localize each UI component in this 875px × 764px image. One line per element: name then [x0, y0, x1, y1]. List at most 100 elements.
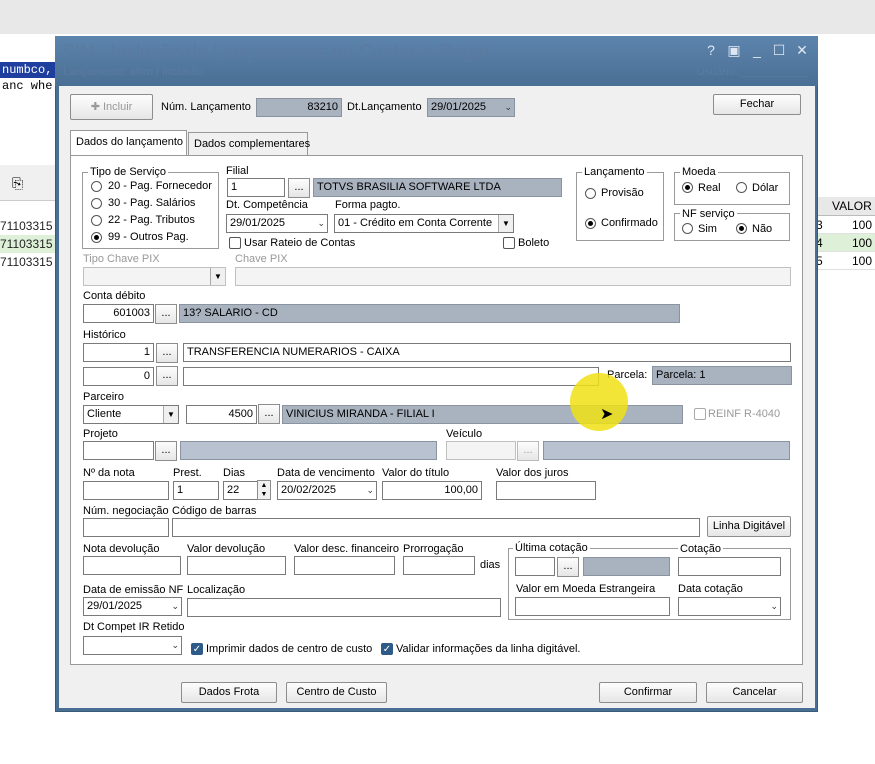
usar-rateio-checkbox[interactable]: [229, 237, 241, 249]
cancelar-button[interactable]: Cancelar: [706, 682, 803, 703]
localizacao-field[interactable]: [187, 598, 501, 617]
dt-lancamento-value: 29/01/2025: [431, 101, 487, 113]
grid-cell: 100: [851, 254, 872, 268]
dias-label: Dias: [223, 467, 246, 479]
grid-cell: 5: [816, 254, 823, 268]
dt-competencia-field[interactable]: 29/01/2025 ⌄: [226, 214, 328, 233]
background-row[interactable]: 71103315: [0, 217, 58, 235]
projeto-code-field[interactable]: [83, 441, 154, 460]
historico-code2-field[interactable]: 0: [83, 367, 154, 386]
projeto-lookup-button[interactable]: ...: [155, 441, 177, 461]
historico-text-field[interactable]: TRANSFERENCIA NUMERARIOS - CAIXA: [183, 343, 791, 362]
historico-text2-field[interactable]: [183, 367, 599, 386]
data-cotacao-field[interactable]: ⌄: [678, 597, 781, 616]
boleto-checkbox[interactable]: [503, 237, 515, 249]
nota-devolucao-field[interactable]: [83, 556, 181, 575]
filial-code-field[interactable]: 1: [227, 178, 285, 197]
dt-compet-ir-field[interactable]: ⌄: [83, 636, 182, 655]
dados-frota-button[interactable]: Dados Frota: [181, 682, 277, 703]
tipo-servico-radio-20[interactable]: [91, 181, 102, 192]
restore-icon[interactable]: ▣: [726, 42, 742, 58]
fechar-button[interactable]: Fechar: [713, 94, 801, 115]
tipo-chave-pix-select[interactable]: ▼: [83, 267, 226, 286]
tab-dados-complementares[interactable]: Dados complementares: [188, 132, 310, 156]
valor-titulo-field[interactable]: 100,00: [382, 481, 482, 500]
parceiro-code-field[interactable]: 4500: [186, 405, 257, 424]
chevron-down-icon: ⌄: [317, 218, 325, 228]
centro-custo-button[interactable]: Centro de Custo: [286, 682, 387, 703]
dt-lancamento-field[interactable]: 29/01/2025 ⌄: [427, 98, 515, 117]
prorrogacao-label: Prorrogação: [403, 543, 464, 555]
linha-digitavel-button[interactable]: Linha Digitável: [707, 516, 791, 537]
forma-pagto-select[interactable]: 01 - Crédito em Conta Corrente ▼: [334, 214, 514, 233]
num-negociacao-field[interactable]: [83, 518, 169, 537]
minimize-icon[interactable]: _: [749, 42, 765, 58]
nf-servico-radio-nao[interactable]: [736, 223, 747, 234]
num-lancamento-field[interactable]: 83210: [256, 98, 342, 117]
valor-moeda-estrangeira-field[interactable]: [515, 597, 670, 616]
nota-field[interactable]: [83, 481, 169, 500]
historico2-lookup-button[interactable]: ...: [156, 366, 178, 386]
veiculo-lookup-button[interactable]: ...: [517, 441, 539, 461]
moeda-radio-real[interactable]: [682, 182, 693, 193]
cotacao-label: Cotação: [678, 543, 723, 555]
dialog-titlebar[interactable]: FIN - Inclusão de Lançamentos no Contas …: [55, 36, 818, 86]
ultima-cotacao-lookup-button[interactable]: ...: [557, 557, 579, 577]
valor-devolucao-field[interactable]: [187, 556, 286, 575]
dias-spinner[interactable]: ▲ ▼: [257, 480, 271, 500]
validar-linha-checkbox[interactable]: ✓: [381, 643, 393, 655]
tipo-servico-radio-99[interactable]: [91, 232, 102, 243]
codigo-barras-field[interactable]: [172, 518, 700, 537]
reinf-label: REINF R-4040: [708, 408, 781, 420]
lancamento-radio-provisao[interactable]: [585, 188, 596, 199]
filial-lookup-button[interactable]: ...: [288, 178, 310, 198]
background-row[interactable]: 71103315: [0, 253, 58, 271]
valor-moeda-estrangeira-label: Valor em Moeda Estrangeira: [516, 583, 656, 595]
window-subtitle: Lançamento: ativo / Inclusão: [63, 66, 204, 78]
conta-debito-lookup-button[interactable]: ...: [155, 304, 177, 324]
imprimir-cc-checkbox[interactable]: ✓: [191, 643, 203, 655]
historico-code-field[interactable]: 1: [83, 343, 154, 362]
tab-dados-lancamento[interactable]: Dados do lançamento: [70, 130, 187, 156]
historico-label: Histórico: [83, 329, 126, 341]
chave-pix-field[interactable]: [235, 267, 791, 286]
maximize-icon[interactable]: ☐: [771, 42, 787, 58]
tipo-servico-option: 22 - Pag. Tributos: [108, 214, 195, 226]
veiculo-code-field[interactable]: [446, 441, 516, 460]
prorrogacao-field[interactable]: [403, 556, 475, 575]
chevron-down-icon: ⌄: [504, 102, 512, 112]
dias-field[interactable]: 22: [223, 481, 258, 500]
tipo-servico-radio-22[interactable]: [91, 215, 102, 226]
chave-pix-label: Chave PIX: [235, 253, 288, 265]
cotacao-field[interactable]: [678, 557, 781, 576]
moeda-radio-dolar[interactable]: [736, 182, 747, 193]
data-emissao-nf-field[interactable]: 29/01/2025 ⌄: [83, 597, 182, 616]
incluir-button[interactable]: ✚ Incluir: [70, 94, 153, 120]
tipo-servico-option: 20 - Pag. Fornecedor: [108, 180, 212, 192]
lancamento-radio-confirmado[interactable]: [585, 218, 596, 229]
conta-debito-code-field[interactable]: 601003: [83, 304, 154, 323]
parceiro-type-select[interactable]: Cliente ▼: [83, 405, 179, 424]
grid-cell: 100: [851, 236, 872, 250]
valor-desc-field[interactable]: [294, 556, 395, 575]
close-icon[interactable]: ✕: [794, 42, 810, 58]
num-negociacao-label: Núm. negociação: [83, 505, 169, 517]
ultima-cotacao-code-field[interactable]: [515, 557, 555, 576]
chevron-down-icon: ⌄: [171, 601, 179, 611]
confirmar-button[interactable]: Confirmar: [599, 682, 697, 703]
prest-field[interactable]: 1: [173, 481, 219, 500]
grid-header-valor: VALOR: [832, 199, 872, 213]
nf-servico-radio-sim[interactable]: [682, 223, 693, 234]
document-icon[interactable]: ⎘: [12, 175, 23, 192]
background-row[interactable]: 71103315: [0, 235, 58, 253]
dt-lancamento-label: Dt.Lançamento: [347, 101, 422, 113]
valor-juros-field[interactable]: [496, 481, 596, 500]
help-icon[interactable]: ?: [703, 42, 719, 58]
nf-servico-option: Não: [752, 223, 773, 235]
parceiro-lookup-button[interactable]: ...: [258, 404, 280, 424]
reinf-checkbox[interactable]: [694, 408, 706, 420]
vencimento-field[interactable]: 20/02/2025 ⌄: [277, 481, 377, 500]
veiculo-name-field: [543, 441, 790, 460]
tipo-servico-radio-30[interactable]: [91, 198, 102, 209]
historico-lookup-button[interactable]: ...: [156, 343, 178, 363]
